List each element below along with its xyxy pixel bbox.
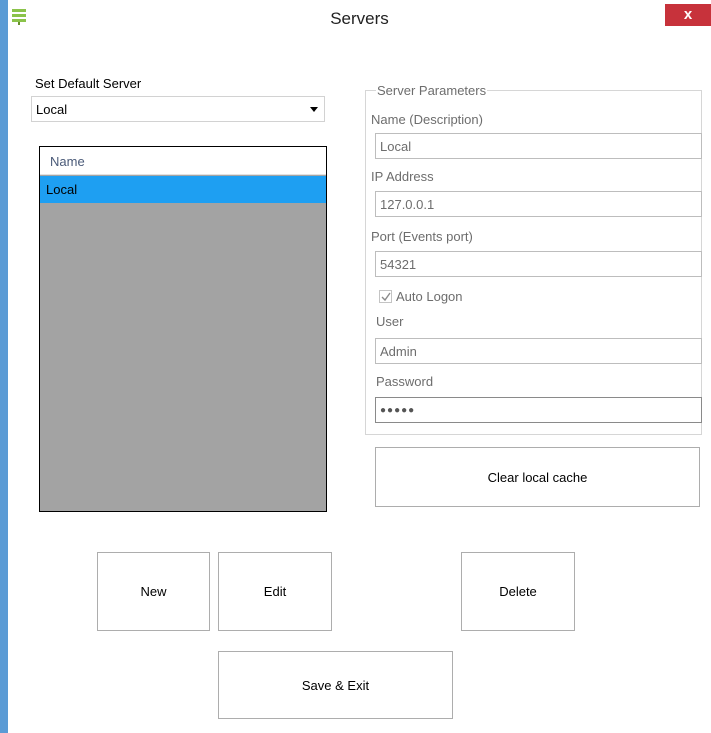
default-server-value: Local	[36, 102, 68, 117]
close-button[interactable]: x	[665, 4, 711, 26]
default-server-dropdown[interactable]: Local	[31, 96, 325, 122]
clear-local-cache-button[interactable]: Clear local cache	[375, 447, 700, 507]
check-icon	[381, 292, 391, 302]
new-button[interactable]: New	[97, 552, 210, 631]
ip-address-field[interactable]: 127.0.0.1	[375, 191, 702, 217]
list-item[interactable]: Local	[40, 176, 326, 203]
port-value: 54321	[380, 257, 417, 272]
name-description-value: Local	[380, 139, 412, 154]
name-description-label: Name (Description)	[371, 112, 483, 127]
save-exit-button[interactable]: Save & Exit	[218, 651, 453, 719]
window-title: Servers	[330, 9, 389, 28]
port-field[interactable]: 54321	[375, 251, 702, 277]
password-value: ●●●●●	[380, 405, 416, 416]
list-column-header[interactable]: Name	[40, 147, 326, 175]
user-label: User	[376, 314, 404, 329]
password-label: Password	[376, 374, 434, 389]
title-bar[interactable]: Servers x	[8, 0, 711, 36]
ip-address-label: IP Address	[371, 169, 434, 184]
delete-button[interactable]: Delete	[461, 552, 575, 631]
port-label: Port (Events port)	[371, 229, 473, 244]
default-server-label: Set Default Server	[35, 76, 142, 91]
server-parameters-legend: Server Parameters	[376, 83, 488, 98]
auto-logon-checkbox[interactable]	[379, 290, 392, 303]
user-field[interactable]: Admin	[375, 338, 702, 364]
name-description-field[interactable]: Local	[375, 133, 702, 159]
edit-button[interactable]: Edit	[218, 552, 332, 631]
password-field[interactable]: ●●●●●	[375, 397, 702, 423]
column-header-name: Name	[50, 154, 85, 169]
user-value: Admin	[380, 344, 417, 359]
chevron-down-icon[interactable]	[310, 107, 318, 112]
list-item-label: Local	[46, 182, 78, 197]
ip-address-value: 127.0.0.1	[380, 197, 435, 212]
server-list[interactable]: Name Local	[39, 146, 327, 512]
servers-window: Servers x Set Default Server Local Name …	[0, 0, 711, 733]
auto-logon-label: Auto Logon	[396, 289, 463, 304]
